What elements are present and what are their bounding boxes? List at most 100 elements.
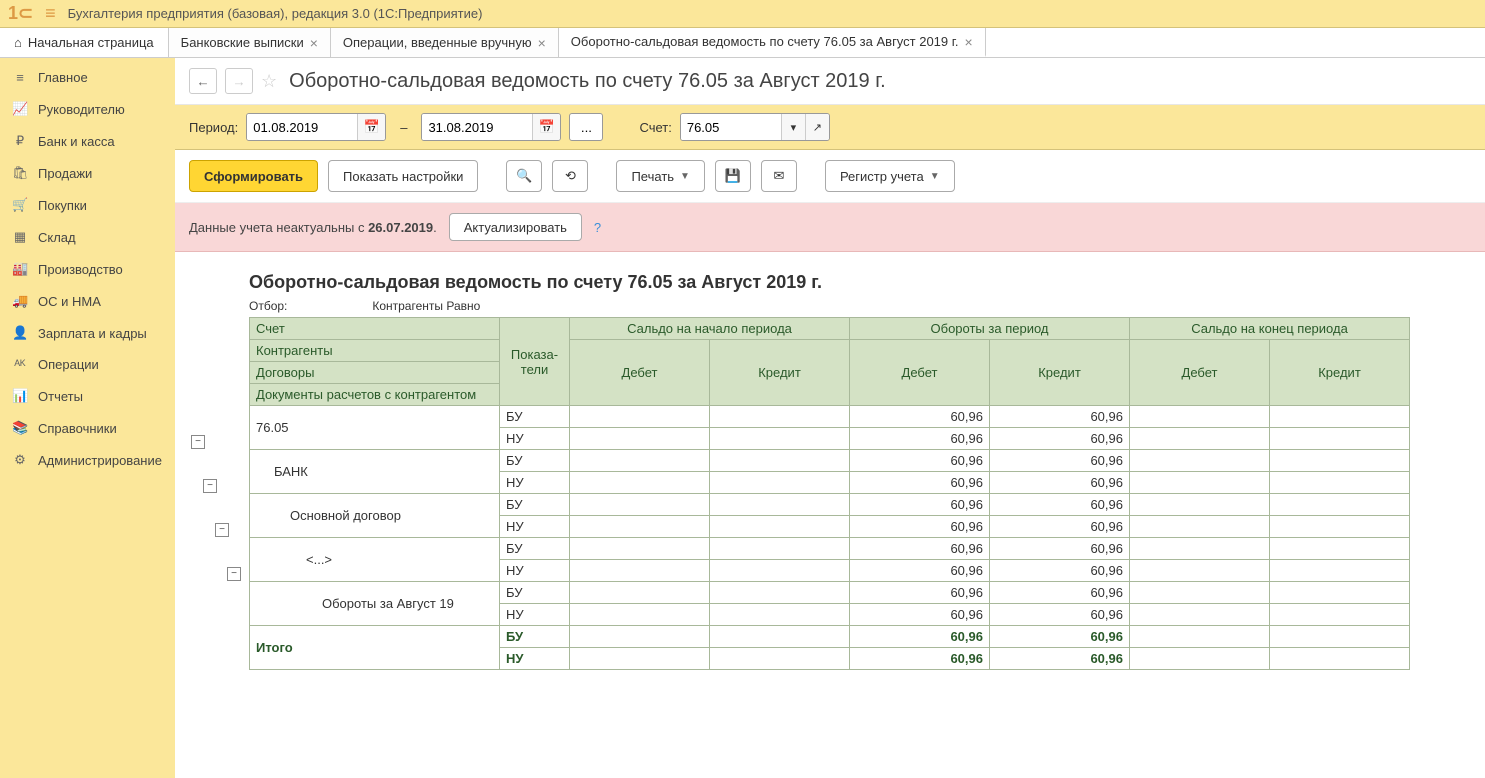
- indicator-cell[interactable]: НУ: [500, 516, 570, 538]
- end-debit[interactable]: [1130, 626, 1270, 648]
- start-debit[interactable]: [570, 494, 710, 516]
- favorite-star-icon[interactable]: ☆: [261, 71, 277, 92]
- date-to-field[interactable]: 📅: [421, 113, 561, 141]
- turn-debit[interactable]: 60,96: [850, 626, 990, 648]
- col-start-balance[interactable]: Сальдо на начало периода: [570, 318, 850, 340]
- turn-debit[interactable]: 60,96: [850, 604, 990, 626]
- end-debit[interactable]: [1130, 538, 1270, 560]
- turn-credit[interactable]: 60,96: [990, 626, 1130, 648]
- turn-credit[interactable]: 60,96: [990, 582, 1130, 604]
- tree-toggle[interactable]: −: [215, 523, 229, 537]
- email-button[interactable]: ✉: [761, 160, 797, 192]
- col-turn-credit[interactable]: Кредит: [990, 340, 1130, 406]
- row-label[interactable]: Основной договор: [250, 494, 500, 538]
- tab-bank-statements[interactable]: Банковские выписки ×: [169, 28, 331, 57]
- date-to-input[interactable]: [422, 114, 532, 140]
- tree-toggle[interactable]: −: [227, 567, 241, 581]
- indicator-cell[interactable]: БУ: [500, 582, 570, 604]
- col-start-debit[interactable]: Дебет: [570, 340, 710, 406]
- indicator-cell[interactable]: НУ: [500, 472, 570, 494]
- tab-osv-report[interactable]: Оборотно-сальдовая ведомость по счету 76…: [559, 28, 986, 57]
- close-icon[interactable]: ×: [965, 34, 973, 50]
- sidebar-item-payroll[interactable]: 👤Зарплата и кадры: [0, 317, 175, 349]
- col-contracts[interactable]: Договоры: [250, 362, 500, 384]
- start-debit[interactable]: [570, 450, 710, 472]
- end-debit[interactable]: [1130, 560, 1270, 582]
- end-debit[interactable]: [1130, 604, 1270, 626]
- sidebar-item-manager[interactable]: 📈Руководителю: [0, 93, 175, 125]
- end-debit[interactable]: [1130, 648, 1270, 670]
- end-credit[interactable]: [1270, 406, 1410, 428]
- date-from-field[interactable]: 📅: [246, 113, 386, 141]
- print-button[interactable]: Печать▼: [616, 160, 705, 192]
- sidebar-item-warehouse[interactable]: ▦Склад: [0, 221, 175, 253]
- turn-debit[interactable]: 60,96: [850, 516, 990, 538]
- sidebar-item-operations[interactable]: ᴬᴷОперации: [0, 349, 175, 380]
- end-credit[interactable]: [1270, 538, 1410, 560]
- date-from-input[interactable]: [247, 114, 357, 140]
- col-account[interactable]: Счет: [250, 318, 500, 340]
- end-credit[interactable]: [1270, 560, 1410, 582]
- sidebar-item-production[interactable]: 🏭Производство: [0, 253, 175, 285]
- sidebar-item-assets[interactable]: 🚚ОС и НМА: [0, 285, 175, 317]
- turn-credit[interactable]: 60,96: [990, 450, 1130, 472]
- account-field[interactable]: ▾ ↗: [680, 113, 830, 141]
- indicator-cell[interactable]: БУ: [500, 450, 570, 472]
- start-credit[interactable]: [710, 648, 850, 670]
- turn-credit[interactable]: 60,96: [990, 538, 1130, 560]
- end-credit[interactable]: [1270, 582, 1410, 604]
- tree-toggle[interactable]: −: [191, 435, 205, 449]
- start-credit[interactable]: [710, 450, 850, 472]
- start-credit[interactable]: [710, 494, 850, 516]
- turn-debit[interactable]: 60,96: [850, 494, 990, 516]
- calendar-icon[interactable]: 📅: [357, 114, 385, 140]
- start-credit[interactable]: [710, 582, 850, 604]
- end-credit[interactable]: [1270, 494, 1410, 516]
- sidebar-item-admin[interactable]: ⚙Администрирование: [0, 444, 175, 476]
- start-credit[interactable]: [710, 538, 850, 560]
- close-icon[interactable]: ×: [538, 35, 546, 51]
- start-debit[interactable]: [570, 428, 710, 450]
- start-credit[interactable]: [710, 406, 850, 428]
- end-debit[interactable]: [1130, 582, 1270, 604]
- indicator-cell[interactable]: НУ: [500, 560, 570, 582]
- sidebar-item-sales[interactable]: 🛍Продажи: [0, 157, 175, 189]
- save-button[interactable]: 💾: [715, 160, 751, 192]
- total-label[interactable]: Итого: [250, 626, 500, 670]
- start-credit[interactable]: [710, 516, 850, 538]
- col-end-debit[interactable]: Дебет: [1130, 340, 1270, 406]
- row-label[interactable]: <...>: [250, 538, 500, 582]
- col-end-balance[interactable]: Сальдо на конец периода: [1130, 318, 1410, 340]
- end-credit[interactable]: [1270, 648, 1410, 670]
- start-debit[interactable]: [570, 604, 710, 626]
- col-docs[interactable]: Документы расчетов с контрагентом: [250, 384, 500, 406]
- close-icon[interactable]: ×: [310, 35, 318, 51]
- end-debit[interactable]: [1130, 428, 1270, 450]
- account-input[interactable]: [681, 114, 781, 140]
- sidebar-item-purchases[interactable]: 🛒Покупки: [0, 189, 175, 221]
- sidebar-item-main[interactable]: ≡Главное: [0, 62, 175, 93]
- turn-credit[interactable]: 60,96: [990, 604, 1130, 626]
- start-credit[interactable]: [710, 626, 850, 648]
- col-turn-debit[interactable]: Дебет: [850, 340, 990, 406]
- sidebar-item-refs[interactable]: 📚Справочники: [0, 412, 175, 444]
- start-debit[interactable]: [570, 626, 710, 648]
- turn-debit[interactable]: 60,96: [850, 648, 990, 670]
- start-debit[interactable]: [570, 406, 710, 428]
- indicator-cell[interactable]: НУ: [500, 648, 570, 670]
- start-debit[interactable]: [570, 582, 710, 604]
- start-credit[interactable]: [710, 472, 850, 494]
- turn-credit[interactable]: 60,96: [990, 406, 1130, 428]
- turn-debit[interactable]: 60,96: [850, 582, 990, 604]
- col-end-credit[interactable]: Кредит: [1270, 340, 1410, 406]
- start-debit[interactable]: [570, 538, 710, 560]
- show-settings-button[interactable]: Показать настройки: [328, 160, 478, 192]
- turn-debit[interactable]: 60,96: [850, 560, 990, 582]
- indicator-cell[interactable]: БУ: [500, 406, 570, 428]
- tab-manual-ops[interactable]: Операции, введенные вручную ×: [331, 28, 559, 57]
- register-button[interactable]: Регистр учета▼: [825, 160, 955, 192]
- end-debit[interactable]: [1130, 494, 1270, 516]
- indicator-cell[interactable]: НУ: [500, 604, 570, 626]
- sidebar-item-reports[interactable]: 📊Отчеты: [0, 380, 175, 412]
- indicator-cell[interactable]: НУ: [500, 428, 570, 450]
